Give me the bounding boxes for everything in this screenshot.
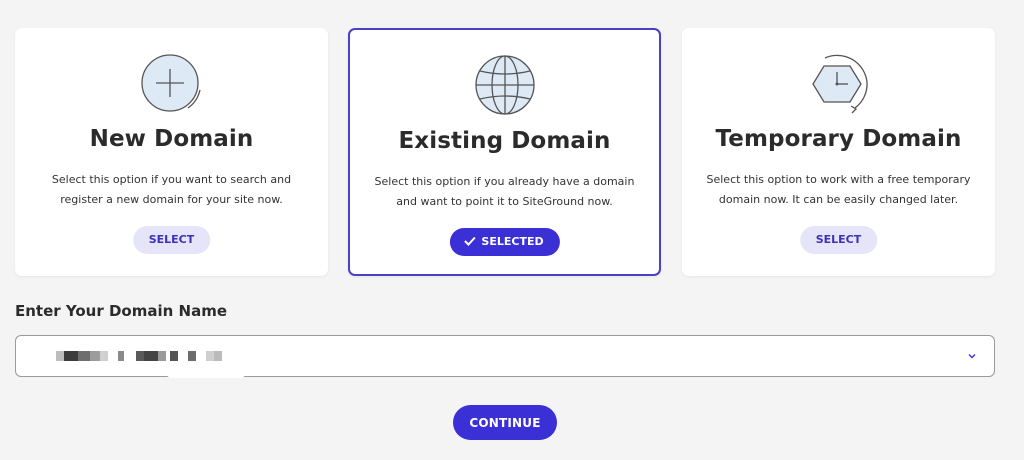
option-title: Temporary Domain <box>715 126 962 152</box>
option-card-new-domain[interactable]: New Domain Select this option if you wan… <box>15 28 328 276</box>
option-title: New Domain <box>89 126 254 152</box>
button-label: SELECT <box>815 233 862 246</box>
clock-icon <box>811 54 868 114</box>
option-description: Select this option if you want to search… <box>51 173 292 206</box>
chevron-down-icon[interactable] <box>966 350 978 362</box>
select-new-domain-button[interactable]: SELECT <box>132 226 211 254</box>
button-label: SELECT <box>148 233 195 246</box>
domain-name-label: Enter Your Domain Name <box>15 302 228 320</box>
select-temporary-domain-button[interactable]: SELECT <box>799 226 878 254</box>
domain-name-input[interactable] <box>15 335 995 378</box>
domain-options: New Domain Select this option if you wan… <box>15 28 995 276</box>
option-card-existing-domain[interactable]: Existing Domain Select this option if yo… <box>348 28 661 276</box>
selected-existing-domain-button[interactable]: SELECTED <box>449 228 560 256</box>
plus-circle-icon <box>140 54 201 112</box>
globe-icon <box>474 55 535 115</box>
continue-button[interactable]: CONTINUE <box>453 405 557 440</box>
option-description: Select this option if you already have a… <box>374 175 635 208</box>
button-label: SELECTED <box>481 235 544 248</box>
option-description: Select this option to work with a free t… <box>706 173 971 206</box>
option-title: Existing Domain <box>398 128 611 154</box>
checkmark-icon <box>463 236 476 246</box>
option-card-temporary-domain[interactable]: Temporary Domain Select this option to w… <box>682 28 995 276</box>
